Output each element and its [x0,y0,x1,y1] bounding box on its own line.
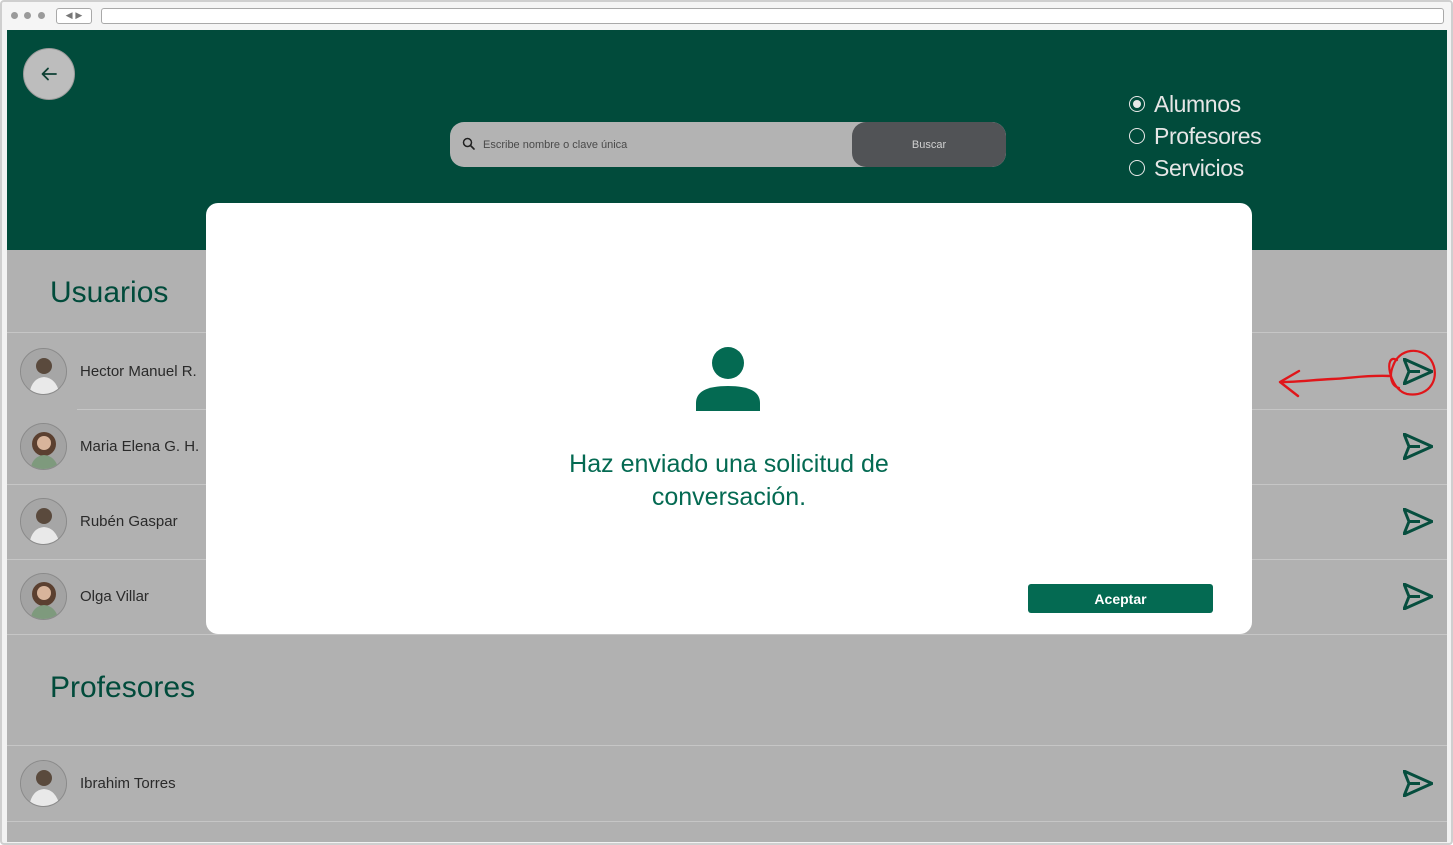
dialog-message: Haz enviado una solicitud de conversació… [569,450,889,511]
send-icon[interactable] [1403,583,1433,610]
user-name: Ibrahim Torres [80,775,176,792]
radio-label: Alumnos [1154,90,1241,117]
address-bar[interactable] [101,8,1444,24]
section-title-profesores: Profesores [50,671,196,704]
browser-window: ◀ ▶ Buscar Alumnos [0,0,1453,845]
section-title-usuarios: Usuarios [50,276,169,309]
arrow-left-icon [41,67,57,81]
user-name: Hector Manuel R. [80,363,197,380]
avatar [20,423,67,470]
window-dot-icon [24,12,31,19]
avatar [20,573,67,620]
filter-radio-group: Alumnos Profesores Servicios [1129,88,1262,184]
send-icon[interactable] [1403,433,1433,460]
divider [7,634,1447,635]
back-button[interactable] [23,48,75,100]
user-name: Rubén Gaspar [80,513,178,530]
radio-profesores[interactable]: Profesores [1129,120,1262,152]
radio-label: Servicios [1154,154,1244,181]
radio-servicios[interactable]: Servicios [1129,152,1261,184]
radio-selected-icon[interactable] [1129,96,1145,112]
radio-unselected-icon[interactable] [1129,160,1145,176]
send-icon[interactable] [1403,358,1433,385]
window-dot-icon [38,12,45,19]
radio-label: Profesores [1154,122,1262,149]
accept-button[interactable]: Aceptar [1028,584,1213,613]
confirmation-dialog: Haz enviado una solicitud de conversació… [206,203,1252,634]
user-name: Olga Villar [80,588,149,605]
radio-alumnos[interactable]: Alumnos [1129,88,1261,120]
search-button[interactable]: Buscar [852,122,1006,167]
radio-unselected-icon[interactable] [1129,128,1145,144]
user-row[interactable]: Ibrahim Torres [7,746,1447,821]
avatar [20,348,67,395]
app-root: Buscar Alumnos Profesores Servicios Usua… [7,30,1447,842]
send-icon[interactable] [1403,770,1433,797]
search-icon [462,137,475,150]
user-name: Maria Elena G. H. [80,438,200,455]
back-forward-buttons[interactable]: ◀ ▶ [56,8,92,24]
user-icon [696,347,760,411]
avatar [20,498,67,545]
search-input[interactable] [483,122,843,167]
divider [7,821,1447,822]
window-dot-icon [11,12,18,19]
send-icon[interactable] [1403,508,1433,535]
browser-chrome: ◀ ▶ [2,2,1451,30]
search-bar: Buscar [450,122,1006,167]
avatar [20,760,67,807]
